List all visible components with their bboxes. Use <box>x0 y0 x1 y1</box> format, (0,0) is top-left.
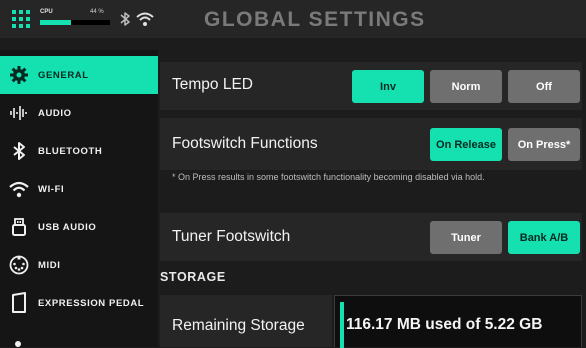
footswitch-note: * On Press results in some footswitch fu… <box>172 172 485 182</box>
sidebar-item-audio[interactable]: AUDIO <box>0 94 158 132</box>
storage-value: 116.17 MB used of 5.22 GB <box>346 316 543 333</box>
footswitch-on-release-button[interactable]: On Release <box>430 128 502 161</box>
storage-value-box: 116.17 MB used of 5.22 GB <box>334 295 582 348</box>
midi-icon <box>8 254 30 276</box>
tempo-led-label: Tempo LED <box>172 76 253 93</box>
sidebar-item-label: MIDI <box>38 259 61 271</box>
wifi-status-icon <box>136 12 154 26</box>
sidebar-item-general[interactable]: GENERAL <box>0 56 158 94</box>
storage-accent-bar <box>340 302 344 348</box>
bluetooth-icon <box>8 140 30 162</box>
footswitch-functions-label: Footswitch Functions <box>172 135 318 152</box>
page-title: GLOBAL SETTINGS <box>204 8 426 31</box>
footswitch-functions-row: Footswitch Functions On Release On Press… <box>160 118 582 170</box>
tempo-led-norm-button[interactable]: Norm <box>430 70 502 103</box>
sidebar-item-expression-pedal[interactable]: EXPRESSION PEDAL <box>0 284 158 322</box>
waveform-icon <box>8 102 30 124</box>
sidebar-item-usb-audio[interactable]: USB AUDIO <box>0 208 158 246</box>
usb-icon <box>8 216 30 238</box>
cpu-label: CPU <box>40 9 53 15</box>
footswitch-on-press-button[interactable]: On Press* <box>508 128 580 161</box>
sidebar: GENERAL AUDIO BLUETOOTH WI-FI USB AUDIO … <box>0 50 158 347</box>
gear-icon <box>8 64 30 86</box>
bank-ab-button[interactable]: Bank A/B <box>508 221 580 254</box>
storage-heading: STORAGE <box>160 270 226 284</box>
sidebar-item-label: EXPRESSION PEDAL <box>38 297 145 309</box>
tempo-led-inv-button[interactable]: Inv <box>352 70 424 103</box>
cpu-meter: CPU 44 % <box>40 9 110 29</box>
sidebar-item-label: BLUETOOTH <box>38 145 103 157</box>
storage-row: Remaining Storage <box>160 295 332 347</box>
pedal-icon <box>8 292 30 314</box>
tuner-footswitch-label: Tuner Footswitch <box>172 228 291 245</box>
tempo-led-off-button[interactable]: Off <box>508 70 580 103</box>
bluetooth-status-icon <box>120 12 130 26</box>
top-bar: CPU 44 % GLOBAL SETTINGS <box>0 0 586 38</box>
sidebar-item-wifi[interactable]: WI-FI <box>0 170 158 208</box>
cpu-bar-fill <box>40 20 71 25</box>
sidebar-item-label: WI-FI <box>38 183 65 195</box>
tuner-button[interactable]: Tuner <box>430 221 502 254</box>
menu-grid-icon[interactable] <box>12 10 30 28</box>
tuner-footswitch-row: Tuner Footswitch Tuner Bank A/B <box>160 213 582 261</box>
sidebar-item-midi[interactable]: MIDI <box>0 246 158 284</box>
sidebar-item-label: GENERAL <box>38 69 89 81</box>
cpu-bar <box>40 20 110 25</box>
cpu-percent: 44 % <box>90 9 104 15</box>
tempo-led-row: Tempo LED Inv Norm Off <box>160 62 582 110</box>
more-items-indicator <box>15 341 21 347</box>
remaining-storage-label: Remaining Storage <box>172 317 305 334</box>
sidebar-item-label: AUDIO <box>38 107 72 119</box>
sidebar-item-bluetooth[interactable]: BLUETOOTH <box>0 132 158 170</box>
sidebar-item-label: USB AUDIO <box>38 221 97 233</box>
wifi-icon <box>8 178 30 200</box>
